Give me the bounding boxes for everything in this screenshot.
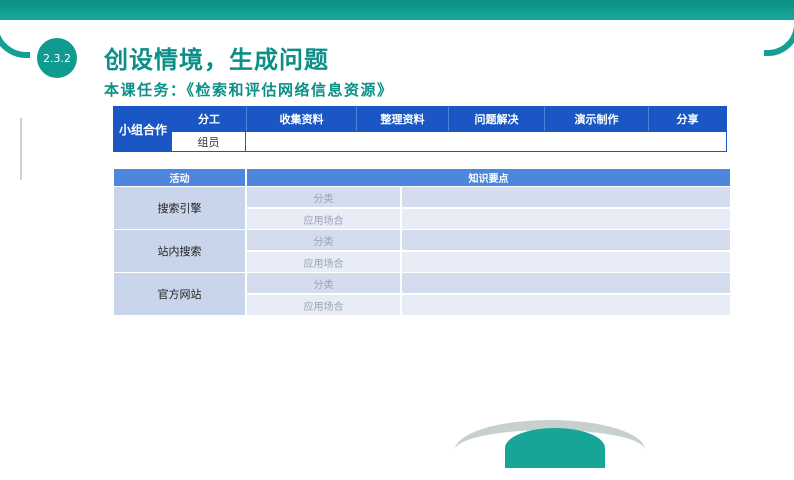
side-divider	[20, 118, 22, 180]
answer-cell[interactable]	[402, 252, 730, 272]
activity-group-search-engine: 搜索引擎 分类 应用场合	[114, 187, 730, 229]
activity-cell: 官方网站	[114, 273, 245, 315]
table-row: 应用场合	[247, 252, 730, 272]
corner-decoration-right	[764, 8, 794, 56]
group-work-table: 小组合作 分工 收集资料 整理资料 问题解决 演示制作 分享 组员	[113, 106, 727, 152]
header-division: 分工	[198, 113, 220, 126]
answer-cell[interactable]	[402, 295, 730, 315]
answer-cell[interactable]	[402, 209, 730, 229]
header-knowledge-points: 知识要点	[247, 169, 730, 186]
table-row: 分类	[247, 273, 730, 293]
section-number-badge: 2.3.2	[37, 38, 77, 78]
table-row: 分类	[247, 230, 730, 250]
header-share: 分享	[648, 107, 726, 131]
answer-cell[interactable]	[402, 273, 730, 293]
top-banner	[0, 0, 794, 20]
activity-cell: 站内搜索	[114, 230, 245, 272]
task-subtitle: 本课任务：《检索和评估网络信息资源》	[104, 81, 394, 99]
answer-cell[interactable]	[402, 187, 730, 207]
member-input-cell[interactable]	[246, 131, 726, 151]
activity-group-official-site: 官方网站 分类 应用场合	[114, 273, 730, 315]
category-cell: 应用场合	[247, 252, 400, 272]
bottom-decoration-fill	[505, 428, 605, 468]
header-present: 演示制作	[544, 107, 648, 131]
header-collect: 收集资料	[246, 107, 356, 131]
page-title: 创设情境，生成问题	[104, 46, 329, 74]
answer-cell[interactable]	[402, 230, 730, 250]
category-cell: 应用场合	[247, 295, 400, 315]
table-row: 分类	[247, 187, 730, 207]
category-cell: 应用场合	[247, 209, 400, 229]
category-cell: 分类	[247, 187, 400, 207]
header-organize: 整理资料	[356, 107, 448, 131]
member-label: 组员	[172, 131, 246, 151]
header-activity: 活动	[114, 169, 245, 186]
table-row: 应用场合	[247, 209, 730, 229]
group-work-label: 小组合作	[114, 107, 172, 151]
member-row: 组员	[172, 131, 726, 151]
group-work-headers: 分工 收集资料 整理资料 问题解决 演示制作 分享	[172, 107, 726, 131]
knowledge-table-header: 活动 知识要点	[114, 169, 730, 186]
corner-decoration-left	[0, 8, 30, 58]
category-cell: 分类	[247, 273, 400, 293]
header-solve: 问题解决	[448, 107, 544, 131]
activity-cell: 搜索引擎	[114, 187, 245, 229]
category-cell: 分类	[247, 230, 400, 250]
knowledge-table: 活动 知识要点 搜索引擎 分类 应用场合 站内搜索 分类 应用场合 官方网站 分…	[114, 169, 730, 315]
table-row: 应用场合	[247, 295, 730, 315]
activity-group-site-search: 站内搜索 分类 应用场合	[114, 230, 730, 272]
